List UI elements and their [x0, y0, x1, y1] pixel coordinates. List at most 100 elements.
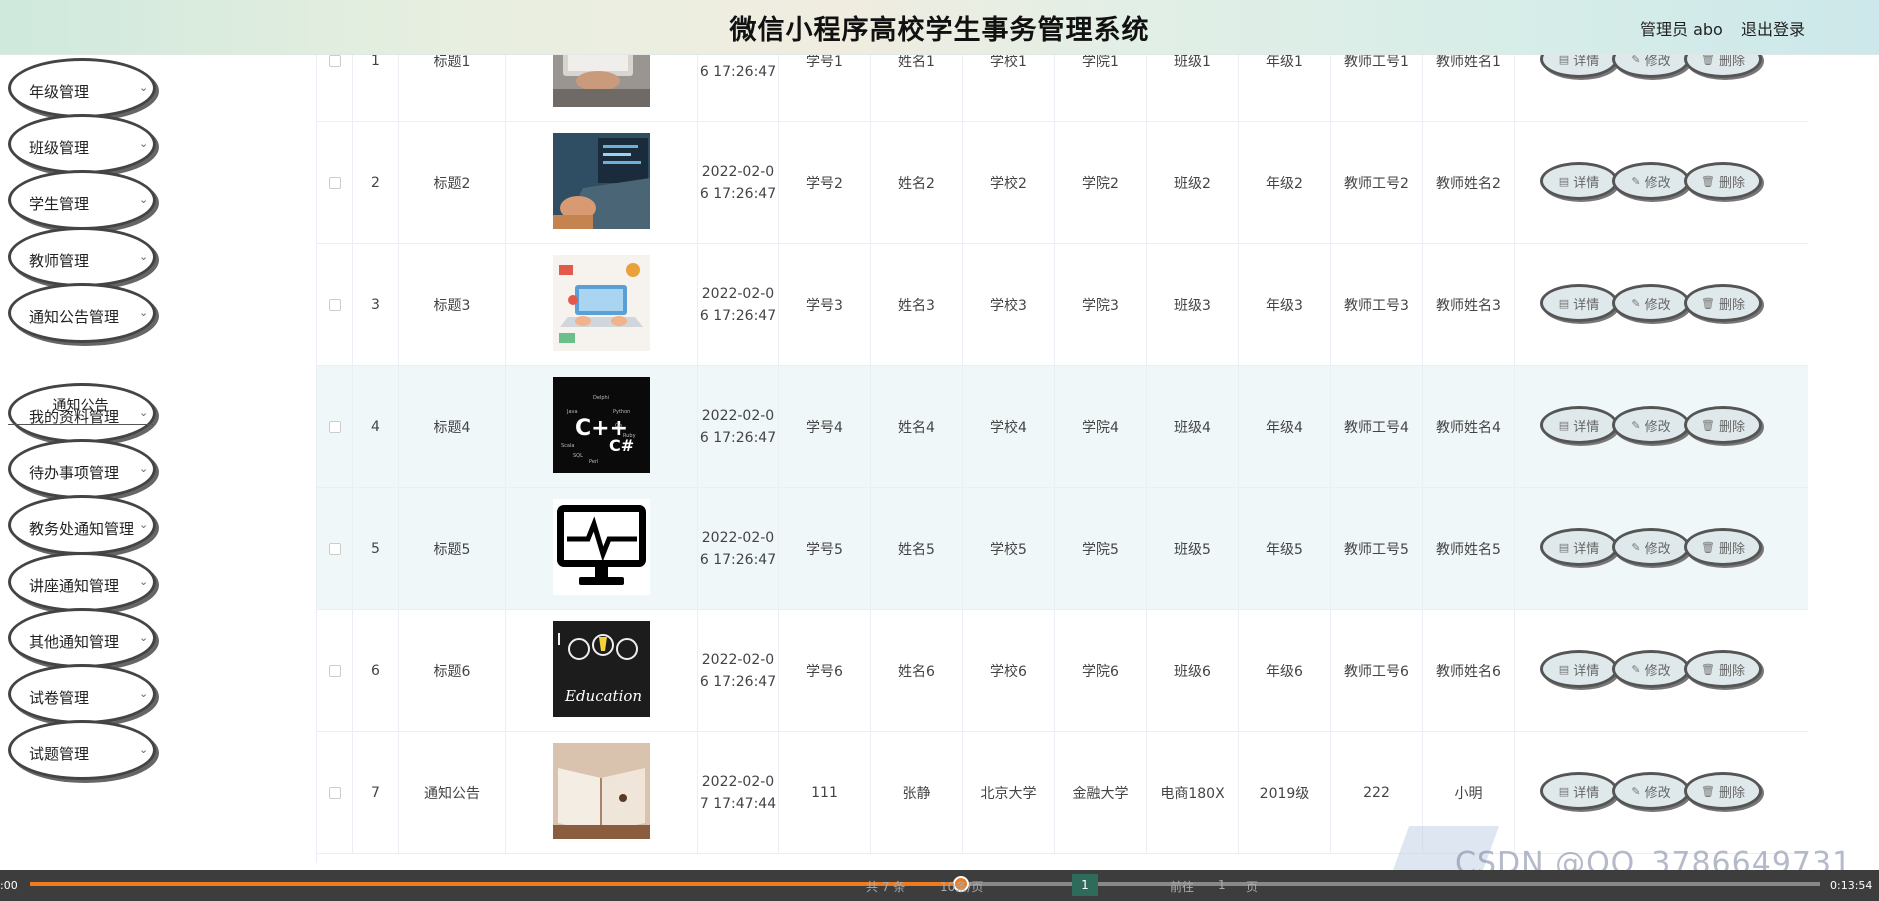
edit-button[interactable]: ✎ 修改 [1612, 406, 1690, 444]
row-checkbox[interactable] [328, 786, 341, 799]
row-grade: 年级2 [1266, 175, 1303, 192]
svg-text:Ruby: Ruby [623, 433, 636, 439]
chevron-down-icon: ⌄ [139, 687, 149, 700]
row-index: 2 [371, 174, 380, 191]
row-thumbnail-cell [506, 122, 698, 243]
trash-icon: 🗑 [1701, 662, 1715, 676]
row-time-cell: 2022-02-0 7 17:47:44 [698, 732, 779, 853]
detail-button[interactable]: ▤ 详情 [1540, 162, 1618, 200]
sidebar-menu-label: 年级管理 [29, 83, 90, 101]
user-label: 管理员 abo [1640, 20, 1723, 39]
video-progress-fill [30, 882, 961, 886]
row-name: 姓名4 [898, 419, 935, 436]
sidebar-menu-item[interactable]: 讲座通知管理 ⌄ [8, 552, 156, 612]
sidebar-menu-item[interactable]: 试题管理 ⌄ [8, 720, 156, 780]
row-checkbox[interactable] [328, 55, 341, 67]
row-title-cell: 标题1 [399, 55, 506, 121]
delete-button[interactable]: 🗑 删除 [1684, 162, 1762, 200]
detail-button[interactable]: ▤ 详情 [1540, 650, 1618, 688]
row-name-cell: 姓名4 [871, 366, 963, 487]
row-title: 标题5 [433, 541, 471, 558]
row-college-cell: 金融大学 [1055, 732, 1147, 853]
delete-button[interactable]: 🗑 删除 [1684, 284, 1762, 322]
detail-button[interactable]: ▤ 详情 [1540, 528, 1618, 566]
edit-button[interactable]: ✎ 修改 [1612, 650, 1690, 688]
sidebar-menu-item[interactable]: 班级管理 ⌄ [8, 114, 156, 174]
row-student-no: 111 [811, 784, 838, 801]
edit-button[interactable]: ✎ 修改 [1612, 284, 1690, 322]
row-class: 班级4 [1174, 419, 1211, 436]
row-thumbnail-cell: Education [506, 610, 698, 731]
pencil-icon: ✎ [1631, 784, 1641, 798]
row-checkbox[interactable] [328, 298, 341, 311]
sidebar-menu-label: 试题管理 [29, 745, 90, 763]
sidebar-menu-item[interactable]: 待办事项管理 ⌄ [8, 439, 156, 499]
delete-button[interactable]: 🗑 删除 [1684, 55, 1762, 78]
sidebar-menu-item[interactable]: 通知公告管理 ⌄ [8, 283, 156, 343]
row-class-cell: 班级3 [1147, 244, 1239, 365]
row-title-cell: 标题6 [399, 610, 506, 731]
detail-button[interactable]: ▤ 详情 [1540, 772, 1618, 810]
sidebar-menu-item[interactable]: 学生管理 ⌄ [8, 170, 156, 230]
delete-button-label: 删除 [1718, 55, 1745, 69]
delete-button[interactable]: 🗑 删除 [1684, 528, 1762, 566]
row-name-cell: 张静 [871, 732, 963, 853]
sidebar-menu-item[interactable]: 教务处通知管理 ⌄ [8, 495, 156, 555]
table-row: 5 标题5 2022-02-0 6 17:26:47 学号5 姓名5 学校5 学院5 班级5 年级… [317, 488, 1808, 610]
row-school-cell: 学校2 [963, 122, 1055, 243]
row-checkbox[interactable] [328, 176, 341, 189]
pencil-icon: ✎ [1631, 296, 1641, 310]
row-index: 6 [371, 662, 380, 679]
row-checkbox[interactable] [328, 664, 341, 677]
row-time-date: 2022-02-0 [701, 651, 775, 668]
row-grade: 年级5 [1266, 541, 1303, 558]
detail-button[interactable]: ▤ 详情 [1540, 284, 1618, 322]
sidebar-menu-item[interactable]: 试卷管理 ⌄ [8, 664, 156, 724]
row-title-cell: 通知公告 [399, 732, 506, 853]
edit-button-label: 修改 [1644, 297, 1671, 313]
svg-text:SQL: SQL [573, 453, 583, 459]
detail-button[interactable]: ▤ 详情 [1540, 406, 1618, 444]
delete-button[interactable]: 🗑 删除 [1684, 650, 1762, 688]
row-select-cell [317, 732, 353, 853]
sidebar-menu-item[interactable]: 年级管理 ⌄ [8, 58, 156, 118]
row-student-no: 学号4 [806, 419, 843, 436]
delete-button[interactable]: 🗑 删除 [1684, 772, 1762, 810]
detail-button[interactable]: ▤ 详情 [1540, 55, 1618, 78]
row-teacher-no: 教师工号3 [1344, 297, 1409, 314]
pager-current[interactable]: 1 [1072, 874, 1098, 896]
row-time-date: 2022-02-0 [701, 529, 775, 546]
edit-button[interactable]: ✎ 修改 [1612, 772, 1690, 810]
row-class-cell: 班级4 [1147, 366, 1239, 487]
row-teacher-name: 教师姓名5 [1436, 541, 1501, 558]
pager-size[interactable]: 10条/页 [940, 878, 983, 895]
row-index-cell: 5 [353, 488, 399, 609]
row-time-clock: 7 17:47:44 [699, 795, 777, 812]
sidebar-menu-item[interactable]: 其他通知管理 ⌄ [8, 608, 156, 668]
row-student-no-cell: 学号4 [779, 366, 871, 487]
trash-icon: 🗑 [1701, 784, 1715, 798]
row-grade-cell: 年级4 [1239, 366, 1331, 487]
row-teacher-no: 教师工号6 [1344, 663, 1409, 680]
pager-goto-input[interactable]: 1 [1218, 878, 1226, 892]
row-teacher-name: 教师姓名3 [1436, 297, 1501, 314]
chevron-down-icon: ⌄ [139, 250, 149, 263]
edit-button[interactable]: ✎ 修改 [1612, 162, 1690, 200]
sidebar-sub-item-notice[interactable]: 通知公告 [8, 387, 153, 425]
row-time-cell: 2022-02-0 6 17:26:47 [698, 55, 779, 121]
edit-button-label: 修改 [1644, 175, 1671, 191]
row-name-cell: 姓名2 [871, 122, 963, 243]
row-checkbox[interactable] [328, 542, 341, 555]
sidebar-menu-label: 教师管理 [29, 252, 90, 270]
row-checkbox[interactable] [328, 420, 341, 433]
delete-button[interactable]: 🗑 删除 [1684, 406, 1762, 444]
edit-button[interactable]: ✎ 修改 [1612, 528, 1690, 566]
sidebar-menu-item[interactable]: 教师管理 ⌄ [8, 227, 156, 287]
row-student-no: 学号6 [806, 663, 843, 680]
row-school-cell: 学校4 [963, 366, 1055, 487]
pencil-icon: ✎ [1631, 418, 1641, 432]
row-school: 学校5 [990, 541, 1027, 558]
edit-button[interactable]: ✎ 修改 [1612, 55, 1690, 78]
logout-button[interactable]: 退出登录 [1741, 16, 1805, 40]
pencil-icon: ✎ [1631, 174, 1641, 188]
